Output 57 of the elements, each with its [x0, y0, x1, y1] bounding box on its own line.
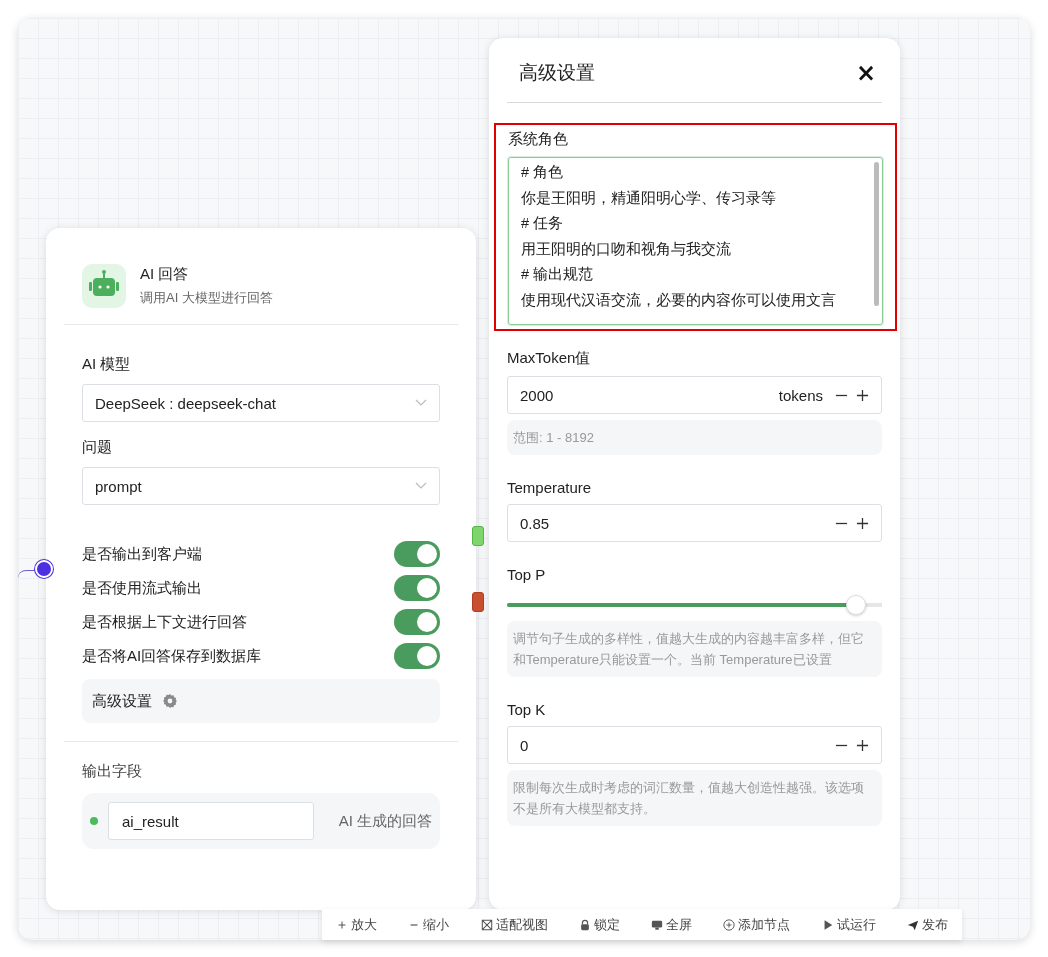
- toolbar-button[interactable]: 适配视图: [478, 915, 550, 934]
- slider-thumb[interactable]: [845, 595, 866, 615]
- send-icon: [906, 918, 919, 931]
- hint-text: 限制每次生成时考虑的词汇数量，值越大创造性越强。该选项不是所有大模型都支持。: [507, 770, 882, 826]
- field-label: 系统角色: [508, 130, 569, 149]
- number-input[interactable]: 0: [507, 726, 882, 764]
- gear-icon: [162, 693, 178, 709]
- switch-label: 是否输出到客户端: [82, 544, 202, 564]
- output-port[interactable]: [472, 526, 484, 546]
- switch-label: 是否使用流式输出: [82, 578, 202, 598]
- chevron-down-icon: [415, 399, 427, 407]
- status-dot: [90, 817, 98, 825]
- output-port[interactable]: [472, 592, 484, 612]
- field-label: Top K: [507, 701, 547, 718]
- hint-text: 范围: 1 - 8192: [507, 420, 882, 455]
- field-label: MaxToken值: [507, 349, 592, 368]
- toolbar-button[interactable]: 发布: [904, 915, 950, 934]
- field-label: Temperature: [507, 479, 593, 496]
- add-icon: [723, 918, 736, 931]
- text-area[interactable]: # 角色 你是王阳明，精通阳明心学、传习录等 # 任务 用王阳明的口吻和视角与我交流 # 输出规范 使用现代汉语交流，必要的内容你可以使用文言: [508, 157, 883, 325]
- close-button[interactable]: ×: [851, 61, 880, 85]
- chevron-down-icon: [415, 482, 427, 490]
- select-field[interactable]: prompt: [82, 467, 440, 505]
- toolbar-button[interactable]: 试运行: [819, 915, 878, 934]
- node-title: AI 回答: [140, 265, 190, 284]
- toolbar-button[interactable]: 添加节点: [721, 915, 793, 934]
- number-input[interactable]: 0.85: [507, 504, 882, 542]
- advanced-settings-button[interactable]: 高级设置: [82, 679, 440, 723]
- toolbar-button[interactable]: 缩小: [406, 915, 452, 934]
- toolbar-button[interactable]: 放大: [334, 915, 379, 934]
- node-card[interactable]: AI 回答 调用AI 大模型进行回答 AI 模型 DeepSeek : deepseek-chat 问题 prompt 是否输出到客户端 是否使用流式输出 是否根据上下文进行回答 是否将AI回答保存到数据库 高级设置 输出字段 ai_result AI 生成的回答: [46, 228, 476, 910]
- switch-label: 是否根据上下文进行回答: [82, 612, 247, 632]
- toolbar-button[interactable]: 全屏: [649, 915, 695, 934]
- select-field[interactable]: DeepSeek : deepseek-chat: [82, 384, 440, 422]
- number-input[interactable]: 2000 tokens: [507, 376, 882, 414]
- section-label: 输出字段: [82, 762, 143, 781]
- lock-icon: [578, 918, 591, 931]
- input-port[interactable]: [35, 560, 53, 578]
- fit-icon: [480, 918, 493, 931]
- robot-icon: [82, 264, 126, 308]
- plus-icon[interactable]: [856, 516, 869, 530]
- node-subtitle: 调用AI 大模型进行回答: [140, 289, 273, 307]
- plus-icon[interactable]: [856, 388, 869, 402]
- field-label: Top P: [507, 566, 547, 583]
- input-field[interactable]: ai_result: [108, 802, 314, 840]
- toggle-switch[interactable]: [394, 609, 440, 635]
- screen-icon: [651, 918, 664, 931]
- field-label: 问题: [82, 438, 113, 457]
- output-description: AI 生成的回答: [338, 811, 432, 831]
- plus-icon[interactable]: [856, 738, 869, 752]
- toggle-switch[interactable]: [394, 643, 440, 669]
- switch-label: 是否将AI回答保存到数据库: [82, 646, 262, 666]
- toggle-switch[interactable]: [394, 541, 440, 567]
- toggle-switch[interactable]: [394, 575, 440, 601]
- field-label: AI 模型: [82, 355, 132, 374]
- toolbar-button[interactable]: 锁定: [576, 915, 622, 934]
- panel-title: 高级设置: [519, 61, 595, 85]
